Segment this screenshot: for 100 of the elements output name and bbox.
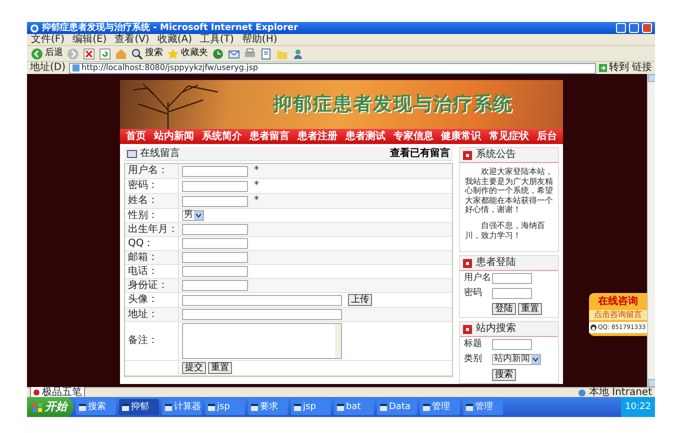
- star-icon: [167, 48, 179, 60]
- window-icon: [122, 404, 129, 410]
- toolbar-button[interactable]: 搜索: [131, 48, 163, 60]
- menu-item[interactable]: 收藏(A): [157, 34, 192, 46]
- window-icon: [165, 404, 172, 410]
- field-label: QQ：: [125, 237, 179, 250]
- minimize-button[interactable]: [616, 23, 626, 33]
- box-title: 系统公告: [476, 149, 516, 161]
- field-label: 地址：: [125, 308, 179, 321]
- field-label: 类别: [464, 354, 483, 365]
- nav-link[interactable]: 系统简介: [202, 130, 242, 142]
- nav-link[interactable]: 后台: [536, 130, 557, 142]
- go-button[interactable]: 转到: [599, 62, 629, 74]
- menu-item[interactable]: 编辑(E): [72, 34, 107, 46]
- address-field[interactable]: http://localhost:8080/jsppyykzjfw/useryg.jsp: [68, 62, 596, 74]
- input-field[interactable]: [492, 273, 532, 284]
- menu-item[interactable]: 文件(F): [31, 34, 65, 46]
- input-field[interactable]: [182, 309, 342, 320]
- history-icon: [212, 48, 224, 60]
- dropdown-icon: [530, 355, 540, 364]
- taskbar-button[interactable]: bat: [334, 399, 374, 415]
- nav-link[interactable]: 患者留言: [250, 130, 290, 142]
- field-label: 电话：: [125, 265, 179, 278]
- stop-icon: [83, 48, 95, 60]
- window-icon: [380, 404, 387, 410]
- input-field[interactable]: [182, 224, 248, 235]
- category-select[interactable]: 站内新闻: [492, 354, 541, 365]
- toolbar-button[interactable]: [260, 48, 272, 60]
- toolbar-button[interactable]: [212, 48, 224, 60]
- input-field[interactable]: [182, 280, 248, 291]
- panel-title: 在线留言: [140, 148, 181, 160]
- close-button[interactable]: [642, 23, 652, 33]
- toolbar-button[interactable]: [244, 48, 256, 60]
- scrollbar[interactable]: [647, 74, 655, 387]
- input-field[interactable]: [182, 180, 248, 192]
- form-button[interactable]: 登陆: [492, 303, 516, 315]
- input-field[interactable]: [492, 339, 532, 350]
- menu-item[interactable]: 工具(T): [200, 34, 234, 46]
- view-messages-link[interactable]: 查看已有留言: [390, 148, 450, 160]
- taskbar-button[interactable]: Data: [377, 399, 417, 415]
- taskbar-button[interactable]: 管理: [420, 399, 460, 415]
- nav-link[interactable]: 健康常识: [441, 130, 482, 142]
- taskbar-button[interactable]: 抑郁: [119, 399, 159, 415]
- nav-link[interactable]: 患者注册: [298, 130, 338, 142]
- input-field[interactable]: [492, 288, 532, 299]
- input-field[interactable]: [182, 266, 248, 277]
- toolbar-button[interactable]: [292, 48, 304, 60]
- ime-name: 极品五笔: [42, 386, 82, 398]
- field-label: 姓名：: [125, 194, 179, 208]
- input-field[interactable]: [182, 238, 248, 249]
- go-arrow-icon: [599, 64, 607, 72]
- toolbar-button[interactable]: [99, 48, 111, 60]
- box-header-icon: [462, 258, 472, 268]
- upload-button[interactable]: 上传: [348, 294, 372, 306]
- notice-text: 欢迎大家登陆本站，我站主要是为广大朋友精心制作的一个系统，希望大家都能在本站获得一个好心情，谢谢！: [464, 167, 553, 215]
- ie-icon: [30, 24, 39, 32]
- globe-icon: [578, 388, 586, 396]
- menu-item[interactable]: 查看(V): [114, 34, 150, 46]
- taskbar-button[interactable]: 要求: [248, 399, 288, 415]
- toolbar-button[interactable]: 后退: [31, 48, 63, 60]
- input-field[interactable]: [182, 252, 248, 263]
- people-icon: [292, 48, 304, 60]
- banner-title: 抑郁症患者发现与治疗系统: [273, 93, 513, 116]
- form-button[interactable]: 提交: [182, 362, 206, 374]
- box-header-icon: [462, 324, 472, 334]
- form-button[interactable]: 重置: [208, 362, 232, 374]
- nav-link[interactable]: 站内新闻: [154, 130, 194, 142]
- taskbar-button[interactable]: jsp: [291, 399, 331, 415]
- toolbar-button[interactable]: 收藏夹: [167, 48, 208, 60]
- field-label: 密码：: [125, 179, 179, 193]
- taskbar-button[interactable]: 计算器: [162, 399, 202, 415]
- clock: 10:22: [625, 402, 651, 412]
- gender-select[interactable]: 男: [182, 210, 204, 221]
- toolbar-button[interactable]: [228, 48, 240, 60]
- nav-link[interactable]: 首页: [126, 130, 146, 142]
- dropdown-icon: [194, 211, 203, 220]
- consult-link[interactable]: 点击咨询留言: [589, 310, 647, 320]
- input-field[interactable]: [182, 166, 248, 176]
- menu-item[interactable]: 帮助(H): [242, 34, 278, 46]
- links-label[interactable]: 链接: [632, 62, 652, 74]
- required-mark: *: [254, 165, 259, 177]
- document-icon: [260, 48, 272, 60]
- printer-icon: [244, 48, 256, 60]
- file-field[interactable]: [182, 294, 342, 306]
- form-button[interactable]: 搜索: [492, 369, 516, 381]
- taskbar-button[interactable]: jsp: [205, 399, 245, 415]
- box-title: 站内搜索: [476, 323, 516, 335]
- input-field[interactable]: [182, 196, 248, 206]
- toolbar-button[interactable]: [83, 48, 95, 60]
- maximize-button[interactable]: [629, 23, 639, 33]
- nav-link[interactable]: 常见症状: [489, 130, 529, 142]
- taskbar-button[interactable]: 管理: [463, 399, 503, 415]
- taskbar-button[interactable]: 搜索: [76, 399, 116, 415]
- remarks-field[interactable]: [182, 323, 342, 359]
- nav-link[interactable]: 患者测试: [345, 130, 386, 142]
- windows-logo-icon: [33, 402, 42, 412]
- nav-link[interactable]: 专家信息: [393, 130, 434, 142]
- box-header-icon: [462, 150, 472, 160]
- window-title: 抑郁症患者发现与治疗系统 - Microsoft Internet Explorer: [42, 22, 300, 34]
- form-button[interactable]: 重置: [518, 303, 542, 315]
